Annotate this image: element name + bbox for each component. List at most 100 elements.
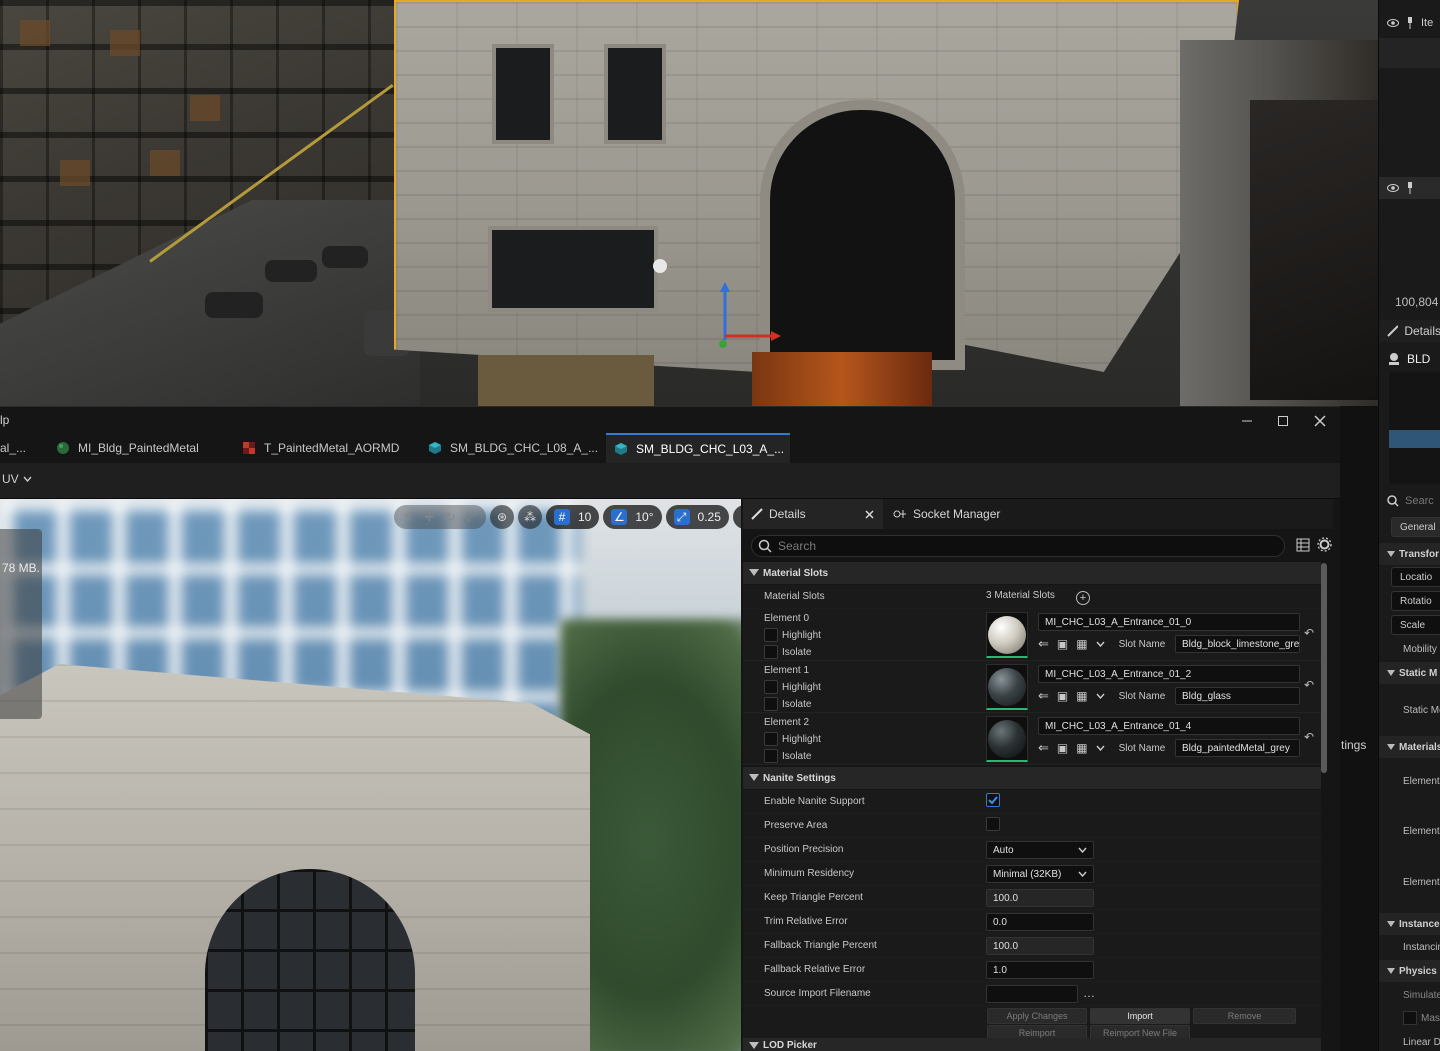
rotation-snap-value[interactable]: 10° — [635, 510, 653, 524]
browse-folder-icon[interactable]: ▣ — [1057, 741, 1068, 755]
outliner-row-selected[interactable] — [1379, 177, 1440, 199]
grid-snap-value[interactable]: 10 — [578, 510, 591, 524]
details-scrollbar[interactable] — [1321, 563, 1327, 773]
rotation-button[interactable]: Rotatio — [1391, 591, 1440, 611]
translate-tool-icon[interactable]: ✛ — [423, 509, 436, 525]
material-slots-section[interactable]: Material Slots — [743, 562, 1321, 584]
highlight-option[interactable]: Highlight — [764, 628, 821, 642]
browse-folder-icon[interactable]: ▣ — [1057, 689, 1068, 703]
texture-checker-icon[interactable]: ▦ — [1076, 637, 1087, 651]
level-viewport[interactable] — [0, 0, 1378, 406]
slot-name-field[interactable]: Bldg_paintedMetal_grey — [1175, 739, 1300, 757]
asset-tab-sm-bldg-l08[interactable]: SM_BLDG_CHC_L08_A_... — [420, 433, 600, 463]
details-tab[interactable]: Details — [1379, 320, 1440, 342]
highlight-option[interactable]: Highlight — [764, 732, 821, 746]
scale-snap-toggle[interactable]: ⤢ 0.25 — [665, 505, 729, 529]
scale-button[interactable]: Scale — [1391, 615, 1440, 635]
transform-section[interactable]: Transfor — [1379, 543, 1440, 565]
maximize-button[interactable] — [1268, 411, 1298, 431]
outliner-row[interactable] — [1379, 38, 1440, 68]
isolate-option[interactable]: Isolate — [764, 749, 811, 763]
apply-changes-button[interactable]: Apply Changes — [987, 1008, 1087, 1024]
socket-manager-tab[interactable]: Socket Manager — [885, 499, 1008, 529]
location-button[interactable]: Locatio — [1391, 567, 1440, 587]
position-precision-dropdown[interactable]: Auto — [986, 841, 1094, 859]
close-tab-icon[interactable] — [865, 510, 874, 519]
texture-checker-icon[interactable]: ▦ — [1076, 741, 1087, 755]
material-asset-field[interactable]: MI_CHC_L03_A_Entrance_01_2 — [1038, 665, 1300, 683]
instanced-section[interactable]: Instance — [1379, 913, 1440, 935]
chevron-down-icon[interactable] — [1096, 693, 1105, 699]
mesh-preview-viewport[interactable]: 78 MB. ↖ ✛ ↻ ⤢ ⊛ ⁂ # 10 ∠ 10° ⤢ 0.25 — [0, 499, 741, 1051]
close-window-button[interactable] — [1305, 411, 1335, 431]
mass-checkbox[interactable] — [1403, 1011, 1417, 1025]
material-thumbnail[interactable] — [986, 716, 1028, 762]
light-source-icon[interactable] — [650, 256, 670, 276]
enable-nanite-checkbox[interactable] — [986, 793, 1000, 807]
material-thumbnail[interactable] — [986, 612, 1028, 658]
details-search[interactable]: Searc — [1379, 490, 1440, 512]
transform-gizmo-icon[interactable] — [715, 280, 785, 350]
slot-name-field[interactable]: Bldg_glass — [1175, 687, 1300, 705]
isolate-option[interactable]: Isolate — [764, 697, 811, 711]
details-search-input[interactable]: Search — [751, 535, 1285, 557]
browse-arrow-icon[interactable]: ⇐ — [1038, 636, 1049, 652]
materials-section[interactable]: Materials — [1379, 736, 1440, 758]
source-import-filename-input[interactable] — [986, 985, 1078, 1003]
coordinate-space-toggle[interactable]: ⊛ — [490, 505, 514, 529]
fallback-triangle-percent-input[interactable]: 100.0 — [986, 937, 1094, 955]
chevron-down-icon[interactable] — [1096, 745, 1105, 751]
minimize-button[interactable] — [1232, 411, 1262, 431]
filter-general-button[interactable]: General — [1391, 517, 1440, 537]
rotate-tool-icon[interactable]: ↻ — [444, 509, 457, 525]
visibility-eye-icon[interactable] — [1387, 18, 1399, 28]
uv-dropdown[interactable]: UV — [2, 472, 32, 486]
select-tool-icon[interactable]: ↖ — [402, 509, 415, 525]
import-button[interactable]: Import — [1090, 1008, 1190, 1024]
scale-tool-icon[interactable]: ⤢ — [465, 509, 478, 525]
trim-relative-error-input[interactable]: 0.0 — [986, 913, 1094, 931]
highlight-checkbox[interactable] — [764, 732, 778, 746]
highlight-checkbox[interactable] — [764, 628, 778, 642]
highlight-option[interactable]: Highlight — [764, 680, 821, 694]
gear-icon[interactable] — [1317, 537, 1332, 552]
settings-tab-fragment[interactable]: tings — [1341, 738, 1366, 752]
camera-speed-button[interactable]: ▭ 4 — [732, 505, 741, 529]
remove-button[interactable]: Remove — [1193, 1008, 1296, 1024]
reset-to-default-icon[interactable]: ↶ — [1304, 678, 1314, 692]
browse-arrow-icon[interactable]: ⇐ — [1038, 740, 1049, 756]
lod-picker-section[interactable]: LOD Picker — [743, 1038, 1321, 1051]
browse-folder-icon[interactable]: ▣ — [1057, 637, 1068, 651]
visibility-eye-icon[interactable] — [1387, 183, 1399, 193]
component-tree[interactable] — [1389, 372, 1440, 484]
material-thumbnail[interactable] — [986, 664, 1028, 710]
texture-checker-icon[interactable]: ▦ — [1076, 689, 1087, 703]
chevron-down-icon[interactable] — [1096, 641, 1105, 647]
isolate-option[interactable]: Isolate — [764, 645, 811, 659]
highlight-checkbox[interactable] — [764, 680, 778, 694]
editor-title-bar[interactable]: lp — [0, 407, 1340, 433]
asset-tab[interactable]: al_... — [0, 433, 42, 463]
isolate-checkbox[interactable] — [764, 645, 778, 659]
asset-tab-t-paintedmetal[interactable]: T_PaintedMetal_AORMD — [234, 433, 414, 463]
pin-icon[interactable] — [1405, 17, 1415, 29]
asset-tab-sm-bldg-l03-active[interactable]: SM_BLDG_CHC_L03_A_... — [606, 433, 790, 463]
grid-snap-toggle[interactable]: # 10 — [546, 505, 600, 529]
asset-tab-mi-bldg-paintedmetal[interactable]: MI_Bldg_PaintedMetal — [48, 433, 228, 463]
slot-name-field[interactable]: Bldg_block_limestone_grey — [1175, 635, 1300, 653]
material-asset-field[interactable]: MI_CHC_L03_A_Entrance_01_0 — [1038, 613, 1300, 631]
material-asset-field[interactable]: MI_CHC_L03_A_Entrance_01_4 — [1038, 717, 1300, 735]
physics-section[interactable]: Physics — [1379, 960, 1440, 982]
fallback-relative-error-input[interactable]: 1.0 — [986, 961, 1094, 979]
reset-to-default-icon[interactable]: ↶ — [1304, 730, 1314, 744]
nanite-settings-section[interactable]: Nanite Settings — [743, 767, 1321, 789]
browse-arrow-icon[interactable]: ⇐ — [1038, 688, 1049, 704]
pin-icon[interactable] — [1405, 182, 1415, 194]
isolate-checkbox[interactable] — [764, 749, 778, 763]
rotation-snap-toggle[interactable]: ∠ 10° — [603, 505, 662, 529]
scale-snap-value[interactable]: 0.25 — [698, 510, 721, 524]
keep-triangle-percent-input[interactable]: 100.0 — [986, 889, 1094, 907]
isolate-checkbox[interactable] — [764, 697, 778, 711]
minimum-residency-dropdown[interactable]: Minimal (32KB) — [986, 865, 1094, 883]
preserve-area-checkbox[interactable] — [986, 817, 1000, 831]
